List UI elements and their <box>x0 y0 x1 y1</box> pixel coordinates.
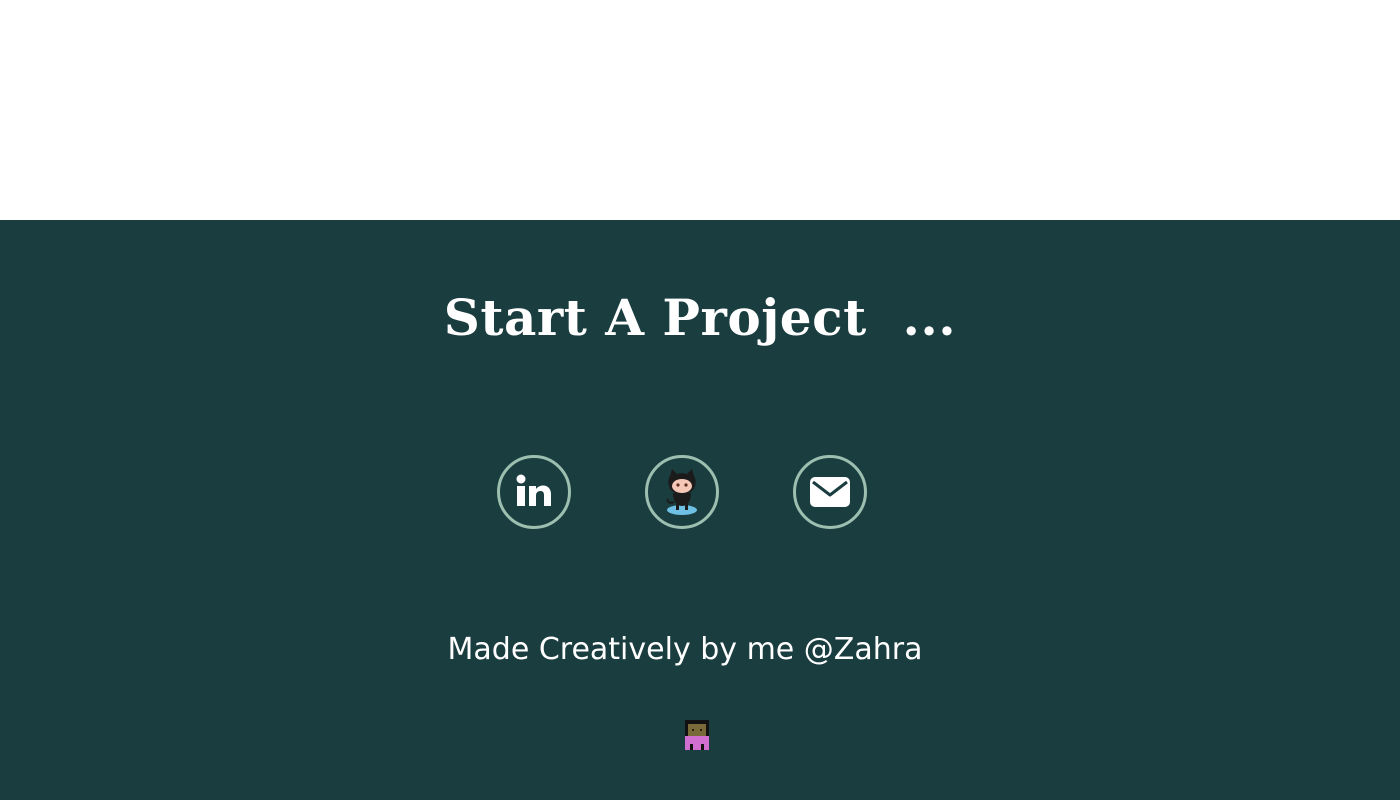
linkedin-link[interactable] <box>497 455 571 529</box>
credit-text: Made Creatively by me @Zahra <box>447 632 923 667</box>
page-top-blank-area <box>0 0 1400 220</box>
github-octocat-icon <box>666 469 697 515</box>
start-project-heading: Start A Project ... <box>443 288 957 347</box>
pixel-avatar-icon <box>682 720 712 750</box>
github-link[interactable] <box>645 455 719 529</box>
linkedin-icon <box>516 474 551 506</box>
social-links <box>497 455 867 529</box>
envelope-icon <box>810 477 850 507</box>
footer: Start A Project ... Made Creatively by m… <box>0 220 1400 800</box>
email-link[interactable] <box>793 455 867 529</box>
